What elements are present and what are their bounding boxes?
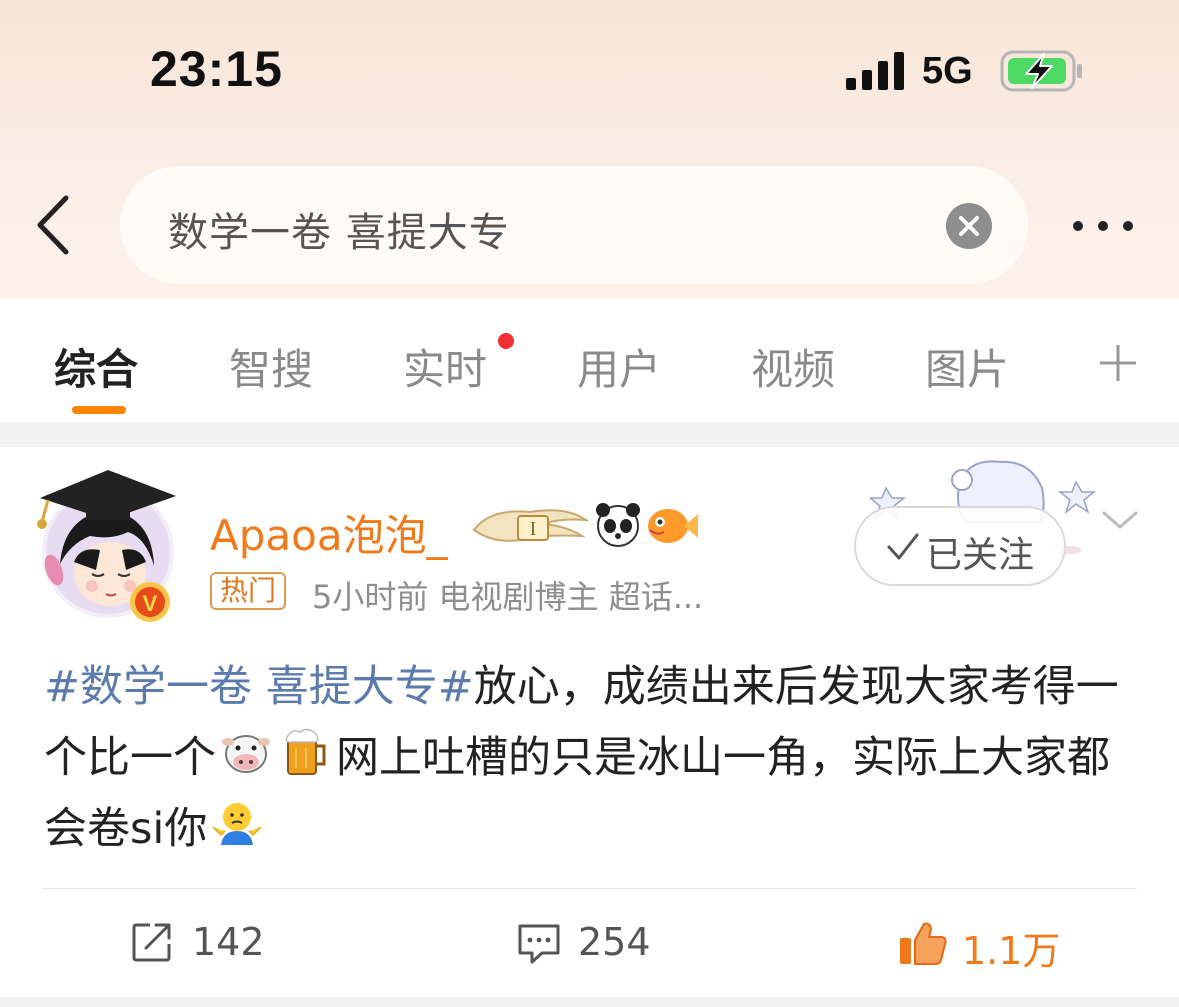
- like-count: 1.1万: [962, 929, 1061, 973]
- bottom-separator: [0, 997, 1179, 1007]
- comment-count: 254: [578, 920, 651, 964]
- tab-users[interactable]: 用户: [577, 336, 661, 397]
- like-button[interactable]: 1.1万: [898, 918, 1078, 973]
- tab-comprehensive[interactable]: 综合: [54, 336, 138, 397]
- search-tabs: 综合 智搜 实时 用户 视频 图片: [0, 298, 1179, 422]
- comment-icon: [518, 924, 560, 964]
- battery-charging-icon: [1000, 50, 1082, 92]
- network-type: 5G: [922, 50, 973, 92]
- plus-icon[interactable]: [1098, 343, 1138, 383]
- post-text: #数学一卷 喜提大专#放心，成绩出来后发现大家考得一个比一个 网上吐槽的只是冰山…: [44, 652, 1144, 865]
- active-tab-indicator: [72, 406, 126, 414]
- back-arrow-icon[interactable]: [30, 190, 80, 260]
- cow-emoji: [222, 735, 270, 773]
- search-query-text: 数学一卷 喜提大专: [168, 210, 510, 256]
- tab-smart-search[interactable]: 智搜: [229, 336, 313, 397]
- comment-button[interactable]: 254: [516, 918, 676, 968]
- search-input[interactable]: 数学一卷 喜提大专: [120, 166, 1028, 284]
- card-divider: [42, 888, 1137, 889]
- follow-label: 已关注: [926, 535, 1035, 576]
- clear-search-icon[interactable]: [946, 203, 992, 249]
- author-badges: I: [472, 503, 698, 547]
- repost-button[interactable]: 142: [130, 918, 290, 968]
- tab-realtime[interactable]: 实时: [403, 336, 487, 397]
- svg-text:I: I: [530, 518, 537, 540]
- level-badge-icon: I: [472, 509, 590, 542]
- post-meta: 5小时前 电视剧博主 超话...: [312, 578, 704, 616]
- chevron-down-icon[interactable]: [1100, 505, 1140, 535]
- realtime-red-dot: [498, 333, 514, 349]
- repost-icon: [132, 923, 171, 962]
- topic-link[interactable]: #数学一卷 喜提大专#: [44, 662, 474, 712]
- fish-icon: [648, 509, 698, 543]
- panda-icon: [596, 503, 640, 547]
- tab-images[interactable]: 图片: [925, 336, 1009, 397]
- shrug-emoji: [212, 803, 262, 845]
- more-icon[interactable]: [1068, 208, 1138, 244]
- thumbs-up-icon: [900, 922, 947, 965]
- avatar[interactable]: V: [30, 466, 190, 626]
- svg-text:V: V: [143, 591, 158, 616]
- author-name[interactable]: Apaoa泡泡_: [210, 502, 448, 563]
- checkmark-icon: [887, 533, 919, 560]
- status-time: 23:15: [150, 41, 283, 97]
- signal-icon: [846, 52, 904, 90]
- repost-count: 142: [192, 920, 265, 964]
- beer-emoji: [285, 728, 326, 775]
- hot-tag: 热门: [210, 572, 287, 610]
- tab-videos[interactable]: 视频: [751, 336, 835, 397]
- follow-button[interactable]: 已关注: [854, 506, 1066, 586]
